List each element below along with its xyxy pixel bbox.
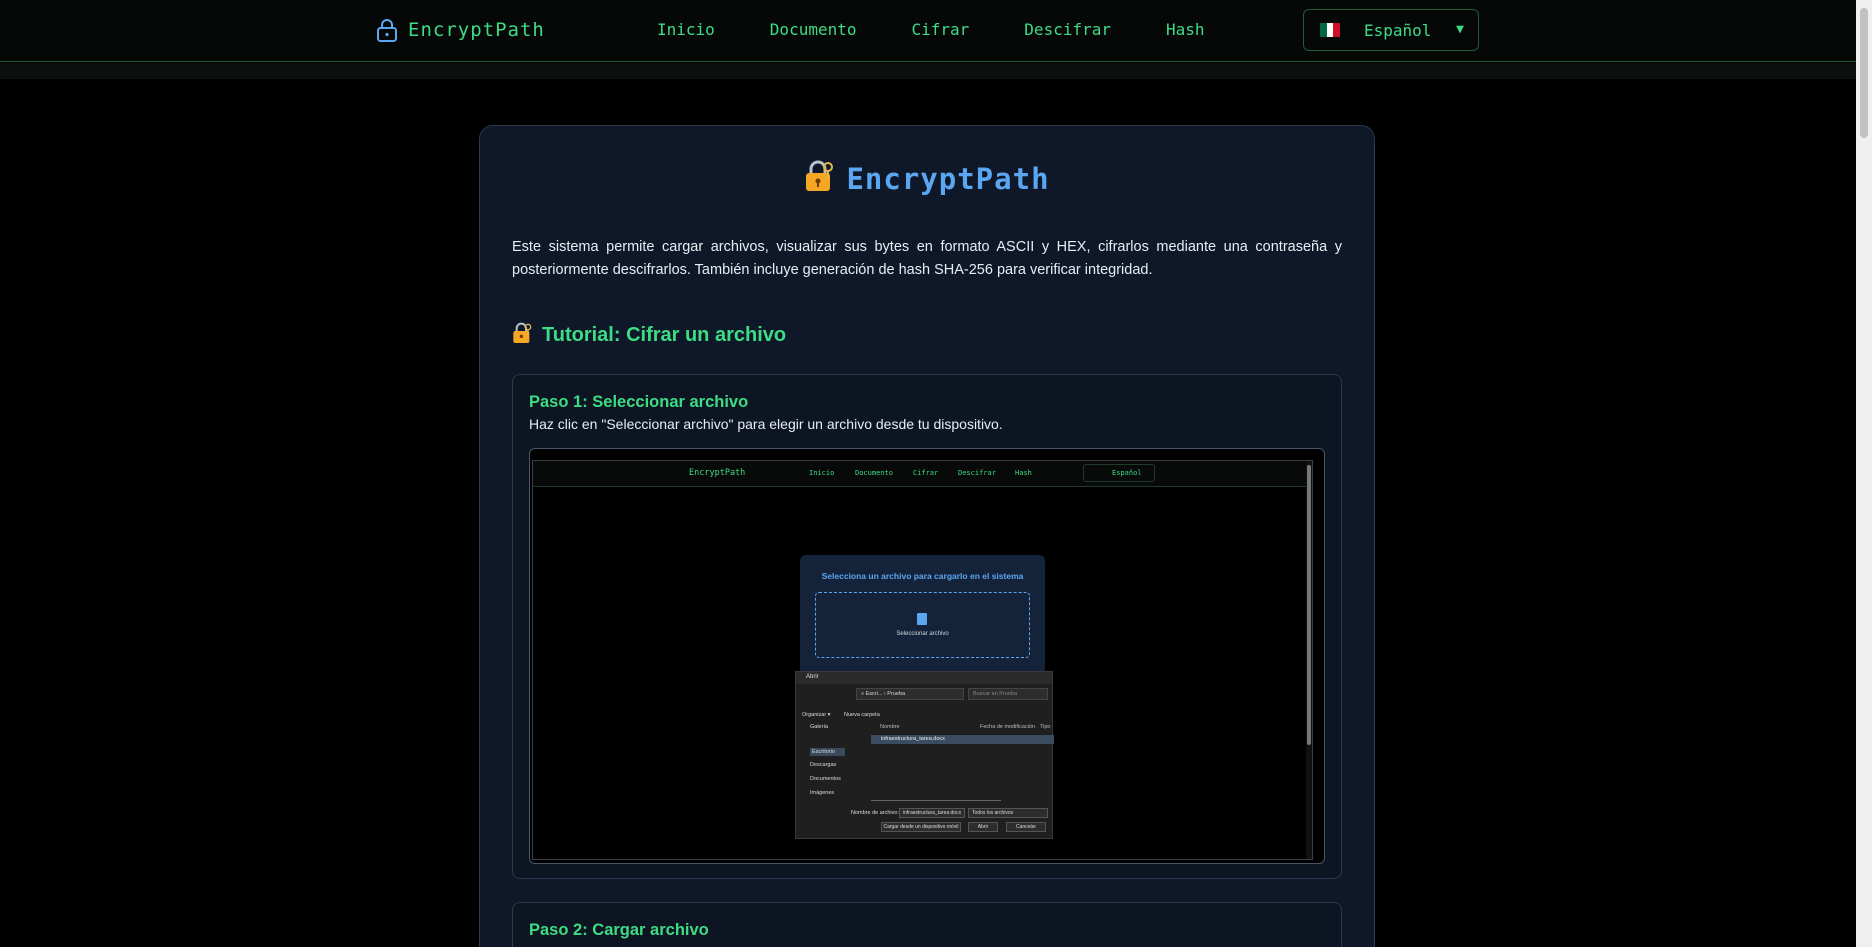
screenshot-navbar: EncryptPath Inicio Documento Cifrar Desc… bbox=[533, 461, 1312, 487]
dialog-filename-label: Nombre de archivo: bbox=[851, 810, 899, 816]
dialog-sidebar-item: Galería bbox=[810, 724, 829, 730]
screenshot-nav-descifrar: Descifrar bbox=[958, 469, 996, 477]
dialog-filename-field: infraestructura_tarea.docx bbox=[899, 808, 965, 818]
step-1-card: Paso 1: Seleccionar archivo Haz clic en … bbox=[512, 374, 1342, 879]
dialog-file-row: infraestructura_tarea.docx bbox=[871, 735, 1054, 744]
page-scrollbar[interactable] bbox=[1856, 0, 1872, 947]
screenshot-upload-heading: Selecciona un archivo para cargarlo en e… bbox=[821, 571, 1024, 581]
screenshot-viewport: EncryptPath Inicio Documento Cifrar Desc… bbox=[532, 460, 1313, 860]
dialog-sidebar-item: Descargas bbox=[810, 762, 837, 768]
screenshot-brand: EncryptPath bbox=[689, 468, 746, 478]
mexico-flag-icon bbox=[1320, 23, 1341, 37]
nav-inicio[interactable]: Inicio bbox=[657, 20, 715, 39]
dialog-open-button: Abrir bbox=[968, 822, 998, 832]
dialog-sidebar-item: Imágenes bbox=[810, 790, 835, 796]
brand-link[interactable]: EncryptPath bbox=[376, 18, 545, 42]
lock-key-icon bbox=[804, 160, 834, 197]
dialog-organize: Organizar ▾ bbox=[802, 712, 831, 718]
intro-text: Este sistema permite cargar archivos, vi… bbox=[512, 239, 1342, 278]
screenshot-scrollbar bbox=[1306, 461, 1312, 859]
brand-name: EncryptPath bbox=[408, 19, 545, 41]
tutorial-screenshot: EncryptPath Inicio Documento Cifrar Desc… bbox=[529, 448, 1325, 864]
nav-hash[interactable]: Hash bbox=[1166, 20, 1205, 39]
page-title: EncryptPath bbox=[480, 160, 1374, 197]
file-upload-icon bbox=[917, 613, 927, 625]
screenshot-select-file-label: Seleccionar archivo bbox=[896, 631, 949, 637]
language-label: Español bbox=[1364, 20, 1432, 40]
dialog-cancel-button: Cancelar bbox=[1006, 822, 1046, 832]
screenshot-nav-inicio: Inicio bbox=[809, 469, 835, 477]
dialog-filter: Todos los archivos bbox=[968, 808, 1048, 818]
tutorial-heading: Tutorial: Cifrar un archivo bbox=[512, 322, 786, 349]
nav-descifrar[interactable]: Descifrar bbox=[1024, 20, 1111, 39]
dialog-search: Buscar en Prueba bbox=[968, 688, 1048, 700]
dialog-col-type: Tipo bbox=[1040, 724, 1051, 730]
dialog-col-date: Fecha de modificación bbox=[980, 724, 1036, 730]
chevron-down-icon: ▼ bbox=[1456, 22, 1464, 37]
nav-cifrar[interactable]: Cifrar bbox=[912, 20, 970, 39]
dialog-sidebar-item: Escritorio bbox=[810, 748, 845, 756]
step-title: Paso 2: Cargar archivo bbox=[529, 921, 709, 939]
dialog-address: « Escri... › Prueba bbox=[856, 688, 964, 700]
nav-documento[interactable]: Documento bbox=[770, 20, 857, 39]
screenshot-dropzone: Seleccionar archivo bbox=[815, 592, 1030, 658]
dialog-sidebar-item: Documentos bbox=[810, 776, 841, 782]
dialog-col-name: Nombre bbox=[880, 724, 900, 730]
step-description: Haz clic en "Seleccionar archivo" para e… bbox=[529, 416, 1003, 432]
tutorial-title: Tutorial: Cifrar un archivo bbox=[542, 324, 787, 346]
lock-key-icon bbox=[512, 322, 532, 349]
top-navbar: EncryptPath Inicio Documento Cifrar Desc… bbox=[0, 0, 1856, 62]
screenshot-nav-cifrar: Cifrar bbox=[913, 469, 939, 477]
dialog-separator bbox=[871, 800, 1001, 801]
dialog-title: Abrir bbox=[796, 672, 1052, 684]
scroll-thumb[interactable] bbox=[1860, 8, 1868, 138]
lock-icon bbox=[376, 18, 398, 42]
navbar-subbar bbox=[0, 63, 1856, 79]
screenshot-upload-panel: Selecciona un archivo para cargarlo en e… bbox=[800, 555, 1045, 685]
nav-links: Inicio Documento Cifrar Descifrar Hash bbox=[657, 20, 1205, 39]
screenshot-open-dialog: Abrir « Escri... › Prueba Buscar en Prue… bbox=[795, 671, 1054, 839]
step-2-card: Paso 2: Cargar archivo bbox=[512, 902, 1342, 947]
screenshot-nav-hash: Hash bbox=[1015, 469, 1032, 477]
dialog-new-folder: Nueva carpeta bbox=[844, 712, 880, 718]
screenshot-language: Español bbox=[1083, 464, 1155, 482]
title-text: EncryptPath bbox=[846, 161, 1050, 196]
main-card: EncryptPath Este sistema permite cargar … bbox=[479, 125, 1375, 947]
step-title: Paso 1: Seleccionar archivo bbox=[529, 393, 749, 411]
screenshot-nav-documento: Documento bbox=[855, 469, 893, 477]
language-selector[interactable]: Español ▼ bbox=[1303, 9, 1479, 51]
file-name: infraestructura_tarea.docx bbox=[881, 736, 945, 742]
dialog-mobile-button: Cargar desde un dispositivo móvil bbox=[881, 822, 961, 832]
